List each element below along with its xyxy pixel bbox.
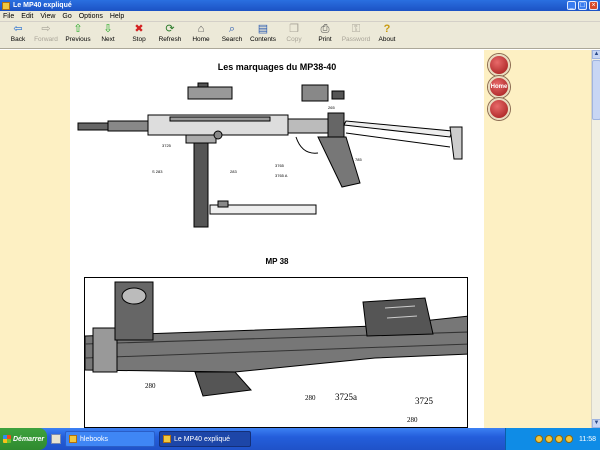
receiver-detail-photo: 280 280 3725a 3725 280 [84, 277, 468, 428]
maximize-button[interactable]: □ [578, 1, 587, 10]
close-button[interactable]: × [589, 1, 598, 10]
menu-file[interactable]: File [3, 13, 14, 20]
drawing-mark: S 283 [152, 169, 163, 174]
window-controls: _ □ × [567, 1, 598, 10]
mp38-exploded-drawing: 3725 S 283 283 3765 3765 A 785 265 [77, 82, 463, 228]
tray-icon[interactable] [535, 435, 543, 443]
next-circle-icon[interactable] [488, 98, 510, 120]
taskbar-item-hlebooks[interactable]: hlebooks [65, 431, 155, 447]
tray-icon[interactable] [555, 435, 563, 443]
detail-mark: 3725 [415, 396, 434, 406]
page-title: Les marquages du MP38-40 [217, 62, 337, 72]
app-icon [163, 435, 171, 443]
drawing-mark: 3765 [275, 163, 285, 168]
content-frame: Les marquages du MP38-40 3725 S 283 283 … [0, 50, 600, 428]
detail-mark: 280 [407, 416, 418, 424]
drawing-mark: 3765 A [275, 173, 288, 178]
menu-help[interactable]: Help [110, 13, 124, 20]
toolbar: ⇦ Back ⇨ Forward ⇧ Previous ⇩ Next ✖ Stop ⟳ Re… [0, 22, 600, 49]
home-circle-icon[interactable]: Home [488, 76, 510, 98]
minimize-button[interactable]: _ [567, 1, 576, 10]
taskbar-item-mp40[interactable]: Le MP40 expliqué [159, 431, 251, 447]
title-bar: Le MP40 expliqué _ □ × [0, 0, 600, 11]
tray-icon[interactable] [545, 435, 553, 443]
detail-mark: 280 [145, 382, 156, 390]
menu-edit[interactable]: Edit [21, 13, 33, 20]
menu-view[interactable]: View [40, 13, 55, 20]
drawing-mark: 785 [355, 157, 362, 162]
scroll-down-icon[interactable]: ▼ [592, 419, 600, 428]
menu-bar: File Edit View Go Options Help [0, 11, 600, 22]
about-button[interactable]: ? About [369, 23, 405, 48]
scroll-up-icon[interactable]: ▲ [592, 50, 600, 59]
forward-arrow-icon: ⇨ [41, 23, 51, 35]
detail-mark: 3725a [335, 392, 357, 402]
about-icon: ? [383, 23, 391, 35]
app-icon [2, 1, 10, 10]
drawing-caption: MP 38 [265, 257, 289, 266]
scroll-thumb[interactable] [592, 60, 600, 120]
drawing-mark: 3725 [162, 143, 172, 148]
menu-go[interactable]: Go [62, 13, 71, 20]
window-title: Le MP40 expliqué [13, 2, 72, 9]
receiver-detail-drawing: 280 280 3725a 3725 280 [85, 281, 467, 424]
detail-mark: 280 [305, 394, 316, 402]
menu-options[interactable]: Options [79, 13, 103, 20]
document-page: Les marquages du MP38-40 3725 S 283 283 … [70, 50, 484, 428]
clock: 11:58 [579, 435, 596, 443]
windows-logo-icon [3, 435, 11, 443]
taskbar: Démarrer hlebooks Le MP40 expliqué 11:58 [0, 428, 600, 450]
vertical-scrollbar[interactable]: ▲ ▼ [591, 50, 600, 428]
tray-icon[interactable] [565, 435, 573, 443]
drawing-mark: 265 [328, 105, 335, 110]
system-tray: 11:58 [505, 428, 600, 450]
forward-button[interactable]: ⇨ Forward [28, 23, 64, 48]
desktop-quicklaunch-icon[interactable] [51, 434, 61, 444]
folder-icon [69, 435, 77, 443]
drawing-mark: 283 [230, 169, 237, 174]
start-button[interactable]: Démarrer [0, 428, 47, 450]
back-circle-icon[interactable] [488, 54, 510, 76]
